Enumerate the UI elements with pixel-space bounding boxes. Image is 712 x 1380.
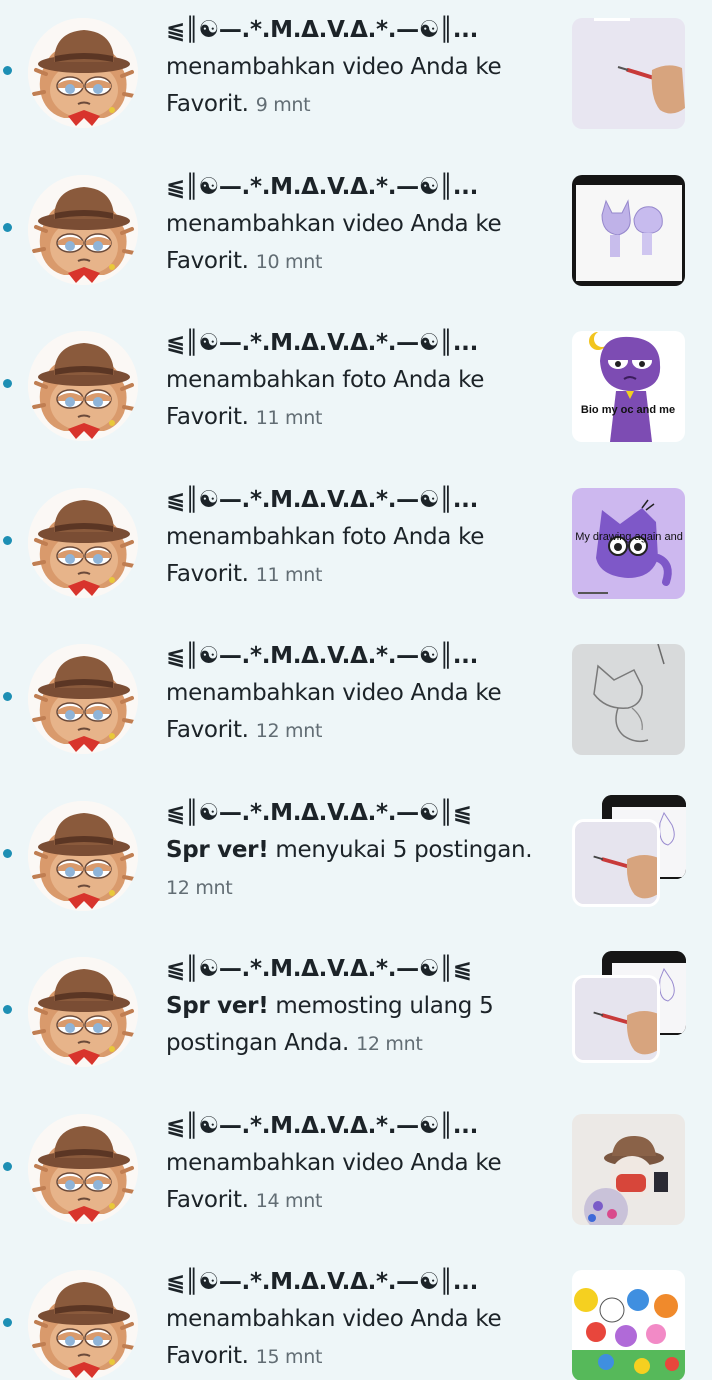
timestamp: 12 mnt bbox=[166, 876, 233, 899]
notification-item[interactable]: ⫹║☯—.*.M.Δ.V.Δ.*.—☯║... menambahkan video… bbox=[0, 157, 712, 314]
timestamp: 12 mnt bbox=[356, 1033, 423, 1055]
user-name[interactable]: ⫹║☯—.*.M.Δ.V.Δ.*.—☯║... bbox=[166, 12, 556, 49]
unread-dot bbox=[3, 535, 12, 545]
notification-text: ⫹║☯—.*.M.Δ.V.Δ.*.—☯║... menambahkan foto … bbox=[166, 325, 556, 437]
avatar[interactable] bbox=[28, 174, 138, 285]
unread-dot bbox=[3, 222, 12, 232]
notifications-list: ⫹║☯—.*.M.Δ.V.Δ.*.—☯║... menambahkan video… bbox=[0, 0, 712, 1380]
timestamp: 9 mnt bbox=[255, 94, 311, 116]
notification-text: ⫹║☯—.*.M.Δ.V.Δ.*.—☯║... menambahkan video… bbox=[166, 12, 556, 124]
post-thumbnail[interactable] bbox=[572, 1113, 685, 1225]
avatar[interactable] bbox=[28, 1113, 138, 1224]
user-name[interactable]: ⫹║☯—.*.M.Δ.V.Δ.*.—☯║... bbox=[166, 1264, 556, 1301]
action-text: menambahkan video Anda ke Favorit. bbox=[166, 210, 502, 274]
notification-item[interactable]: ⫹║☯—.*.M.Δ.V.Δ.*.—☯║... menambahkan video… bbox=[0, 1096, 712, 1253]
notification-text: ⫹║☯—.*.M.Δ.V.Δ.*.—☯║... menambahkan video… bbox=[166, 169, 556, 281]
notification-item[interactable]: ⫹║☯—.*.M.Δ.V.Δ.*.—☯║... menambahkan foto … bbox=[0, 313, 712, 470]
actor-name[interactable]: Spr ver! bbox=[166, 993, 269, 1019]
unread-dot bbox=[3, 1318, 12, 1327]
avatar[interactable] bbox=[28, 800, 138, 911]
timestamp: 10 mnt bbox=[255, 250, 323, 273]
action-text: menambahkan foto Anda ke Favorit. bbox=[166, 523, 485, 587]
post-thumbnail[interactable]: My drawing again and bbox=[572, 487, 685, 599]
action-text: menambahkan video Anda ke Favorit. bbox=[166, 1306, 502, 1369]
user-name[interactable]: ⫹║☯—.*.M.Δ.V.Δ.*.—☯║... bbox=[166, 1108, 556, 1145]
notification-text: ⫹║☯—.*.M.Δ.V.Δ.*.—☯║... menambahkan video… bbox=[166, 1108, 556, 1220]
thumbnail-caption: Bio my oc and me bbox=[581, 404, 675, 416]
post-thumbnail[interactable] bbox=[572, 174, 685, 286]
timestamp: 11 mnt bbox=[255, 407, 323, 429]
post-thumbnail-front bbox=[572, 975, 660, 1063]
action-text: menambahkan foto Anda ke Favorit. bbox=[166, 367, 485, 430]
user-name[interactable]: ⫹║☯—.*.M.Δ.V.Δ.*.—☯║... bbox=[166, 169, 556, 206]
action-text: menambahkan video Anda ke Favorit. bbox=[166, 54, 502, 117]
unread-dot bbox=[3, 1161, 12, 1171]
post-thumbnail-stack[interactable] bbox=[572, 951, 686, 1071]
user-name[interactable]: ⫹║☯—.*.M.Δ.V.Δ.*.—☯║⫹ bbox=[166, 951, 556, 988]
user-name[interactable]: ⫹║☯—.*.M.Δ.V.Δ.*.—☯║... bbox=[166, 638, 556, 675]
avatar[interactable] bbox=[28, 644, 138, 754]
avatar[interactable] bbox=[28, 1270, 138, 1380]
action-text: menambahkan video Anda ke Favorit. bbox=[166, 680, 502, 743]
avatar[interactable] bbox=[28, 18, 138, 128]
notification-item[interactable]: ⫹║☯—.*.M.Δ.V.Δ.*.—☯║... menambahkan video… bbox=[0, 1252, 712, 1380]
avatar[interactable] bbox=[28, 957, 138, 1067]
post-thumbnail[interactable] bbox=[572, 1270, 685, 1380]
post-thumbnail[interactable]: Bio my oc and me bbox=[572, 331, 685, 442]
avatar[interactable] bbox=[28, 487, 138, 598]
post-thumbnail-stack[interactable] bbox=[572, 794, 686, 915]
notification-text: ⫹║☯—.*.M.Δ.V.Δ.*.—☯║⫹ Spr ver! menyukai 5… bbox=[166, 795, 556, 907]
unread-dot bbox=[3, 379, 12, 388]
notification-text: ⫹║☯—.*.M.Δ.V.Δ.*.—☯║... menambahkan video… bbox=[166, 1264, 556, 1376]
notification-item[interactable]: ⫹║☯—.*.M.Δ.V.Δ.*.—☯║... menambahkan video… bbox=[0, 0, 712, 157]
user-name[interactable]: ⫹║☯—.*.M.Δ.V.Δ.*.—☯║... bbox=[166, 482, 556, 519]
timestamp: 14 mnt bbox=[255, 1189, 323, 1212]
thumbnail-caption: My drawing again and bbox=[575, 531, 683, 543]
actor-name[interactable]: Spr ver! bbox=[166, 837, 269, 863]
notification-item[interactable]: ⫹║☯—.*.M.Δ.V.Δ.*.—☯║... menambahkan video… bbox=[0, 626, 712, 783]
post-thumbnail-front bbox=[572, 818, 660, 907]
unread-dot bbox=[3, 1005, 12, 1014]
notification-item[interactable]: ⫹║☯—.*.M.Δ.V.Δ.*.—☯║⫹ Spr ver! menyukai 5… bbox=[0, 783, 712, 940]
timestamp: 15 mnt bbox=[255, 1346, 323, 1368]
notification-text: ⫹║☯—.*.M.Δ.V.Δ.*.—☯║... menambahkan video… bbox=[166, 638, 556, 750]
action-text: menyukai 5 postingan. bbox=[275, 836, 533, 863]
unread-dot bbox=[3, 692, 12, 701]
notification-item[interactable]: ⫹║☯—.*.M.Δ.V.Δ.*.—☯║⫹ Spr ver! memosting … bbox=[0, 939, 712, 1096]
post-thumbnail[interactable] bbox=[572, 644, 685, 755]
avatar[interactable] bbox=[28, 331, 138, 441]
notification-text: ⫹║☯—.*.M.Δ.V.Δ.*.—☯║⫹ Spr ver! memosting … bbox=[166, 951, 556, 1063]
action-text: menambahkan video Anda ke Favorit. bbox=[166, 1149, 502, 1213]
timestamp: 11 mnt bbox=[255, 563, 323, 586]
unread-dot bbox=[3, 66, 12, 75]
timestamp: 12 mnt bbox=[255, 720, 323, 742]
user-name[interactable]: ⫹║☯—.*.M.Δ.V.Δ.*.—☯║⫹ bbox=[166, 795, 556, 832]
post-thumbnail[interactable] bbox=[572, 18, 685, 129]
user-name[interactable]: ⫹║☯—.*.M.Δ.V.Δ.*.—☯║... bbox=[166, 325, 556, 362]
notification-text: ⫹║☯—.*.M.Δ.V.Δ.*.—☯║... menambahkan foto … bbox=[166, 482, 556, 594]
unread-dot bbox=[3, 848, 12, 858]
notification-item[interactable]: ⫹║☯—.*.M.Δ.V.Δ.*.—☯║... menambahkan foto … bbox=[0, 470, 712, 627]
